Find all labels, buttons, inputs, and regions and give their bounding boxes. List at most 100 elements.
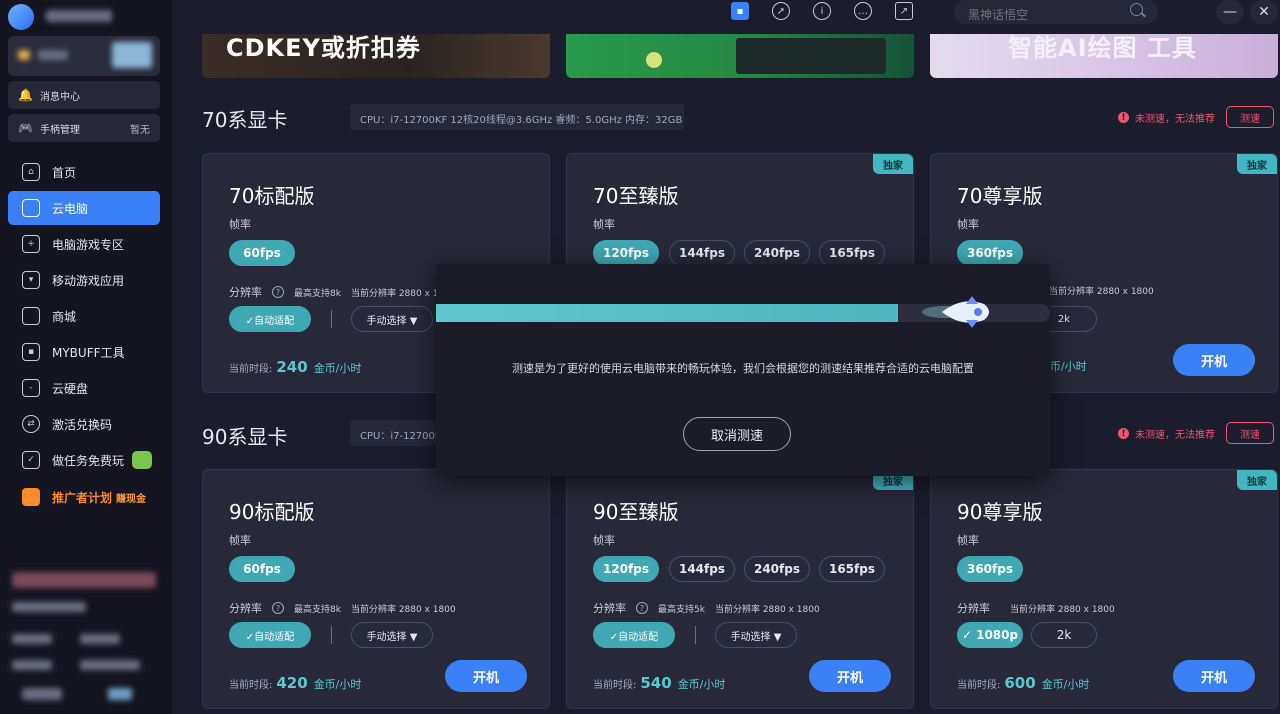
sidebar-item-redeem[interactable]: ⇄ 激活兑换码	[8, 407, 160, 441]
controller-status: 暂无	[130, 124, 150, 136]
manual-select-dropdown[interactable]: 手动选择 ▼	[715, 622, 797, 648]
fps-option[interactable]: 165fps	[819, 240, 885, 266]
card-90-ultimate: 独家 90尊享版 帧率 360fps 分辨率 当前分辨率 2880 x 1800…	[930, 469, 1278, 709]
promo-label: 推广者计划	[52, 490, 113, 505]
help-icon[interactable]: ?	[636, 602, 648, 614]
fps-option[interactable]: 240fps	[744, 240, 810, 266]
cloud-pc-toolbar-icon[interactable]: ▪	[731, 2, 749, 20]
banner-cdkey[interactable]: CDKEY或折扣券	[202, 34, 550, 78]
message-center-button[interactable]: 🔔 消息中心	[8, 81, 160, 109]
help-icon[interactable]: ?	[272, 286, 284, 298]
card-90-standard: 90标配版 帧率 60fps 分辨率 ? 最高支持8k 当前分辨率 2880 x…	[202, 469, 550, 709]
card-name: 90尊享版	[957, 500, 1043, 524]
current-resolution: 当前分辨率 2880 x 1800	[714, 604, 820, 615]
search-input[interactable]	[954, 0, 1158, 24]
cancel-speed-test-button[interactable]: 取消测速	[683, 417, 791, 451]
fps-option[interactable]: 60fps	[229, 240, 295, 266]
info-icon[interactable]: i	[813, 2, 831, 20]
start-button[interactable]: 开机	[1173, 344, 1255, 376]
sidebar-item-shop[interactable]: 商城	[8, 299, 160, 333]
start-button[interactable]: 开机	[809, 660, 891, 692]
price-unit: 金币/小时	[677, 678, 726, 691]
auto-adapt-button[interactable]: ✓自动适配	[593, 622, 675, 648]
tool-icon: ▪	[22, 343, 40, 361]
warning-icon: !	[1118, 428, 1129, 439]
fps-option[interactable]: 360fps	[957, 556, 1023, 582]
sidebar: 🔔 消息中心 🎮 手柄管理 暂无 ⌂ 首页 云电脑 + 电脑游戏专区 ▾ 移动游戏应用…	[0, 0, 172, 714]
close-button[interactable]: ✕	[1250, 0, 1278, 24]
speed-test-button[interactable]: 测速	[1226, 106, 1274, 128]
exclusive-badge: 独家	[1237, 154, 1277, 174]
fps-option[interactable]: 60fps	[229, 556, 295, 582]
card-name: 90至臻版	[593, 500, 679, 524]
sidebar-item-cloud-pc[interactable]: 云电脑	[8, 191, 160, 225]
fps-label: 帧率	[957, 534, 979, 547]
banner-text: 智能AI绘图 工具	[1008, 34, 1197, 62]
cpu-info: CPU：i7-12700KF 12核20线程@3.6GHz 睿频：5.0GHz …	[350, 420, 436, 446]
auto-adapt-button[interactable]: ✓自动适配	[229, 622, 311, 648]
speed-test-button[interactable]: 测速	[1226, 422, 1274, 444]
app-title-blurred	[46, 10, 112, 22]
manual-select-dropdown[interactable]: 手动选择 ▼	[351, 622, 433, 648]
banner-ai-draw[interactable]: 智能AI绘图 工具	[930, 34, 1278, 78]
progress-fill	[436, 304, 898, 322]
resolution-row: 分辨率 ? 最高支持5k 当前分辨率 2880 x 1800	[593, 600, 830, 616]
exclusive-badge: 独家	[1237, 470, 1277, 490]
promo-sub-label: 赚现金	[116, 493, 147, 505]
resolution-option-1080p[interactable]: ✓ 1080p	[957, 622, 1023, 648]
auto-adapt-button[interactable]: ✓自动适配	[229, 306, 311, 332]
start-button[interactable]: 开机	[445, 660, 527, 692]
controller-icon: 🎮	[18, 121, 33, 135]
fps-option[interactable]: 144fps	[669, 556, 735, 582]
warning-text: 未测速，无法推荐	[1135, 430, 1215, 441]
price: 当前时段: 240 金币/小时	[229, 358, 361, 376]
current-resolution: 当前分辨率 2880 x 1800	[1049, 287, 1154, 297]
user-card[interactable]	[8, 36, 160, 76]
warning-text: 未测速，无法推荐	[1135, 114, 1215, 125]
fps-option[interactable]: 120fps	[593, 240, 659, 266]
fps-option[interactable]: 120fps	[593, 556, 659, 582]
topbar: ▪ ➚ i … ↗ — ✕	[172, 0, 1280, 34]
manual-select-dropdown[interactable]: 手动选择 ▼	[351, 306, 433, 332]
resolution-row: 分辨率 ? 最高支持8k 当前分辨率 2880 x 1800	[229, 284, 466, 300]
card-90-premium: 独家 90至臻版 帧率 120fps 144fps 240fps 165fps …	[566, 469, 914, 709]
chat-icon[interactable]: …	[854, 2, 872, 20]
rocket-icon	[921, 296, 989, 328]
resolution-row: 分辨率 当前分辨率 2880 x 1800	[957, 600, 1125, 616]
controller-label: 手柄管理	[40, 124, 80, 136]
gamepad-icon: +	[22, 235, 40, 253]
resolution-option-2k[interactable]: 2k	[1031, 622, 1097, 648]
fps-option[interactable]: 360fps	[957, 240, 1023, 266]
sidebar-item-label: 云电脑	[52, 201, 89, 216]
disk-icon: -	[22, 379, 40, 397]
speed-warning: ! 未测速，无法推荐	[1118, 110, 1215, 125]
sidebar-item-promoter[interactable]: 推广者计划 赚现金	[8, 480, 160, 514]
fps-option[interactable]: 144fps	[669, 240, 735, 266]
sidebar-item-label: 电脑游戏专区	[52, 237, 125, 252]
controller-button[interactable]: 🎮 手柄管理 暂无	[8, 114, 160, 142]
start-button[interactable]: 开机	[1173, 660, 1255, 692]
sidebar-item-cloud-disk[interactable]: - 云硬盘	[8, 371, 160, 405]
sidebar-item-mybuff[interactable]: ▪ MYBUFF工具	[8, 335, 160, 369]
minimize-button[interactable]: —	[1216, 0, 1244, 24]
price: 当前时段: 600 金币/小时	[957, 674, 1089, 692]
fps-option[interactable]: 240fps	[744, 556, 810, 582]
task-badge-icon	[132, 451, 153, 469]
resolution-label: 分辨率	[229, 286, 262, 299]
price-label: 当前时段:	[229, 364, 273, 375]
fps-label: 帧率	[593, 218, 615, 231]
compass-icon[interactable]: ➚	[772, 2, 790, 20]
help-icon[interactable]: ?	[272, 602, 284, 614]
sidebar-item-mobile-games[interactable]: ▾ 移动游戏应用	[8, 263, 160, 297]
card-name: 70标配版	[229, 184, 315, 208]
sidebar-item-home[interactable]: ⌂ 首页	[8, 155, 160, 189]
sidebar-item-pc-games[interactable]: + 电脑游戏专区	[8, 227, 160, 261]
edit-icon[interactable]: ↗	[895, 2, 913, 20]
sidebar-item-tasks[interactable]: ✓ 做任务免费玩	[8, 443, 160, 477]
banner-game[interactable]	[566, 34, 914, 78]
card-name: 90标配版	[229, 500, 315, 524]
fps-label: 帧率	[229, 534, 251, 547]
search-icon[interactable]	[1130, 3, 1143, 16]
fps-option[interactable]: 165fps	[819, 556, 885, 582]
gift-icon	[22, 488, 40, 506]
